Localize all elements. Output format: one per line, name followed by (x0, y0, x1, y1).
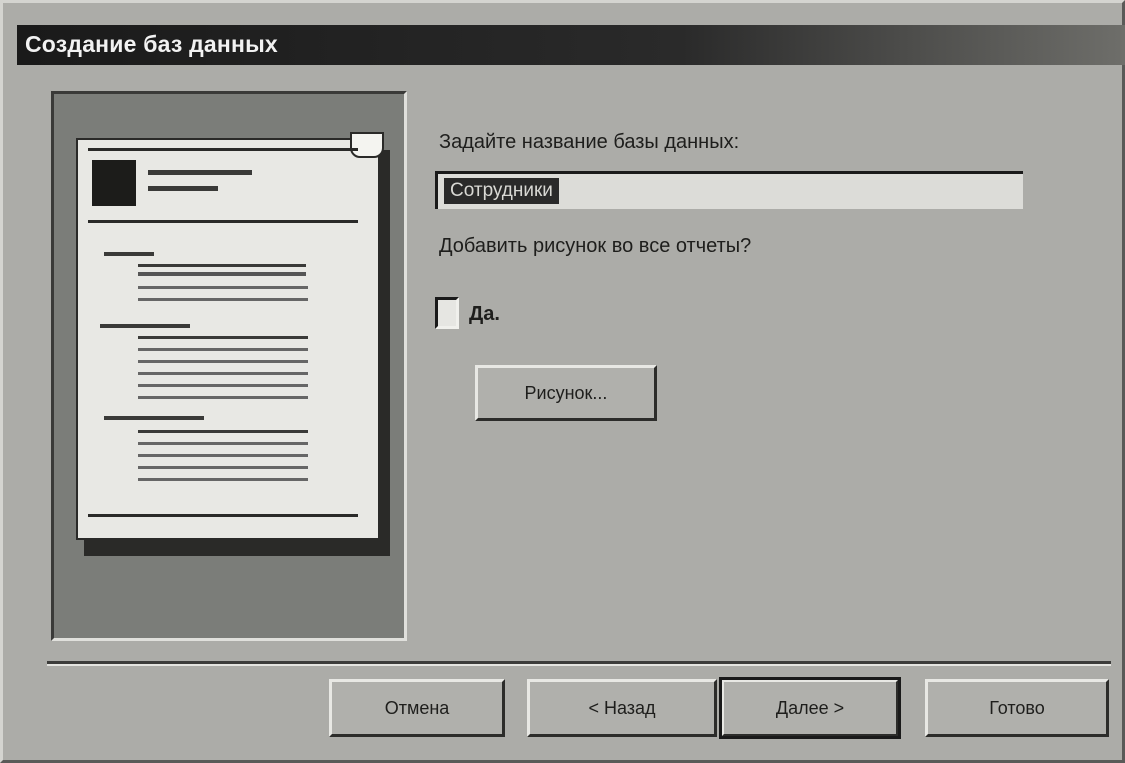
detail-line (138, 466, 308, 469)
database-wizard-dialog: Создание баз данных Задайте название баз… (0, 0, 1125, 763)
detail-line (138, 336, 308, 339)
add-picture-question: Добавить рисунок во все отчеты? (439, 235, 752, 257)
page-rule (88, 220, 358, 223)
title-bar[interactable]: Создание баз данных (17, 25, 1125, 65)
back-button[interactable]: < Назад (527, 679, 717, 737)
header-line (148, 170, 252, 175)
page-top-rule (88, 148, 358, 151)
group-line (104, 416, 204, 420)
button-separator (47, 661, 1111, 666)
detail-line (138, 384, 308, 387)
detail-line (138, 298, 308, 301)
detail-line (138, 442, 308, 445)
report-preview-panel (51, 91, 407, 641)
header-line (148, 186, 218, 191)
report-page-illustration (76, 132, 384, 540)
detail-line (138, 348, 308, 351)
detail-line (138, 430, 308, 433)
detail-line (138, 264, 306, 267)
detail-line (138, 478, 308, 481)
detail-line (138, 286, 308, 289)
picture-button[interactable]: Рисунок... (475, 365, 657, 421)
page-fold-corner (350, 132, 384, 158)
checkbox-label: Да. (469, 303, 500, 325)
database-name-label: Задайте название базы данных: (439, 131, 740, 153)
database-name-value: Сотрудники (444, 178, 559, 204)
group-line (104, 252, 154, 256)
detail-line (138, 360, 308, 363)
window-title: Создание баз данных (25, 31, 278, 57)
detail-line (138, 396, 308, 399)
detail-line (138, 454, 308, 457)
report-logo-placeholder (92, 160, 136, 206)
cancel-button[interactable]: Отмена (329, 679, 505, 737)
detail-line (138, 272, 306, 276)
database-name-input[interactable]: Сотрудники (435, 171, 1023, 209)
group-line (100, 324, 190, 328)
add-picture-checkbox[interactable] (435, 297, 459, 329)
page-bottom-rule (88, 514, 358, 517)
detail-line (138, 372, 308, 375)
next-button[interactable]: Далее > (719, 677, 901, 739)
finish-button[interactable]: Готово (925, 679, 1109, 737)
